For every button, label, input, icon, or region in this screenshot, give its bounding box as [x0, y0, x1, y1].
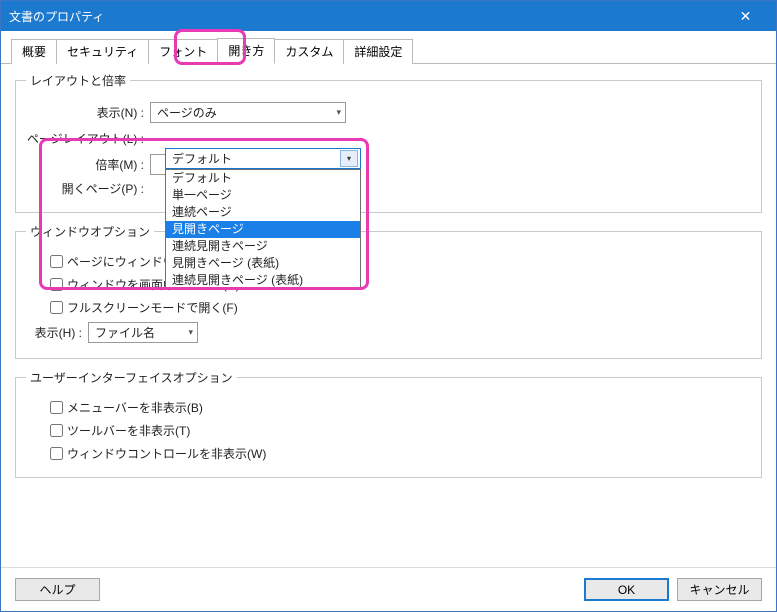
tab-fonts[interactable]: フォント: [148, 39, 218, 64]
show-select[interactable]: ファイル名 ▾: [88, 322, 198, 343]
zoom-label: 倍率(M) :: [26, 156, 144, 173]
show-label: 表示(H) :: [30, 324, 82, 341]
group-layout-legend: レイアウトと倍率: [26, 72, 130, 89]
dialog-window: 文書のプロパティ ✕ 概要 セキュリティ フォント 開き方 カスタム 詳細設定 …: [0, 0, 777, 612]
chevron-down-icon: ▾: [182, 327, 193, 338]
dialog-footer: ヘルプ OK キャンセル: [1, 567, 776, 611]
tab-advanced[interactable]: 詳細設定: [343, 39, 413, 64]
chk-fit-window[interactable]: [50, 255, 63, 268]
group-layout: レイアウトと倍率 表示(N) : ページのみ ▾ ページレイアウト(L) : 倍…: [15, 72, 762, 213]
page-layout-option-list: デフォルト 単一ページ 連続ページ 見開きページ 連続見開きページ 見開きページ…: [165, 169, 361, 290]
display-select-value: ページのみ: [157, 104, 217, 121]
chevron-down-icon: ▾: [330, 107, 341, 118]
close-icon[interactable]: ✕: [723, 1, 768, 31]
page-layout-option[interactable]: デフォルト: [166, 170, 360, 187]
chk-center-window[interactable]: [50, 278, 63, 291]
chk-fullscreen-label: フルスクリーンモードで開く(F): [67, 299, 238, 316]
page-layout-label: ページレイアウト(L) :: [26, 130, 144, 147]
group-ui-legend: ユーザーインターフェイスオプション: [26, 369, 237, 386]
chevron-down-icon[interactable]: ▾: [340, 150, 358, 167]
show-select-value: ファイル名: [95, 324, 155, 341]
page-layout-dropdown: デフォルト ▾ デフォルト 単一ページ 連続ページ 見開きページ 連続見開きペー…: [165, 148, 361, 290]
chk-hide-menubar[interactable]: [50, 401, 63, 414]
page-layout-select-value: デフォルト: [172, 150, 232, 167]
tab-security[interactable]: セキュリティ: [56, 39, 149, 64]
chk-hide-winctrl[interactable]: [50, 447, 63, 460]
help-button[interactable]: ヘルプ: [15, 578, 100, 601]
chk-hide-toolbar-label: ツールバーを非表示(T): [67, 422, 190, 439]
ok-button[interactable]: OK: [584, 578, 669, 601]
page-layout-select[interactable]: デフォルト ▾: [165, 148, 361, 169]
tab-custom[interactable]: カスタム: [274, 39, 344, 64]
page-layout-option[interactable]: 連続見開きページ: [166, 238, 360, 255]
page-layout-option[interactable]: 単一ページ: [166, 187, 360, 204]
page-layout-option[interactable]: 連続ページ: [166, 204, 360, 221]
chk-hide-toolbar[interactable]: [50, 424, 63, 437]
page-layout-option[interactable]: 見開きページ: [166, 221, 360, 238]
tab-content: レイアウトと倍率 表示(N) : ページのみ ▾ ページレイアウト(L) : 倍…: [1, 64, 776, 567]
cancel-button[interactable]: キャンセル: [677, 578, 762, 601]
group-ui: ユーザーインターフェイスオプション メニューバーを非表示(B) ツールバーを非表…: [15, 369, 762, 478]
titlebar: 文書のプロパティ ✕: [1, 1, 776, 31]
display-label: 表示(N) :: [26, 104, 144, 121]
window-title: 文書のプロパティ: [9, 8, 104, 25]
chk-fullscreen[interactable]: [50, 301, 63, 314]
group-window: ウィンドウオプション ページにウィンドウサイズを合わせる(R) ウィンドウを画面…: [15, 223, 762, 359]
group-window-legend: ウィンドウオプション: [26, 223, 154, 240]
tab-overview[interactable]: 概要: [11, 39, 57, 64]
page-layout-option[interactable]: 連続見開きページ (表紙): [166, 272, 360, 289]
page-layout-option[interactable]: 見開きページ (表紙): [166, 255, 360, 272]
display-select[interactable]: ページのみ ▾: [150, 102, 346, 123]
tab-initial-view[interactable]: 開き方: [217, 38, 275, 64]
tab-strip: 概要 セキュリティ フォント 開き方 カスタム 詳細設定: [1, 31, 776, 64]
chk-hide-winctrl-label: ウィンドウコントロールを非表示(W): [67, 445, 266, 462]
chk-hide-menubar-label: メニューバーを非表示(B): [67, 399, 203, 416]
open-page-label: 開くページ(P) :: [26, 180, 144, 197]
